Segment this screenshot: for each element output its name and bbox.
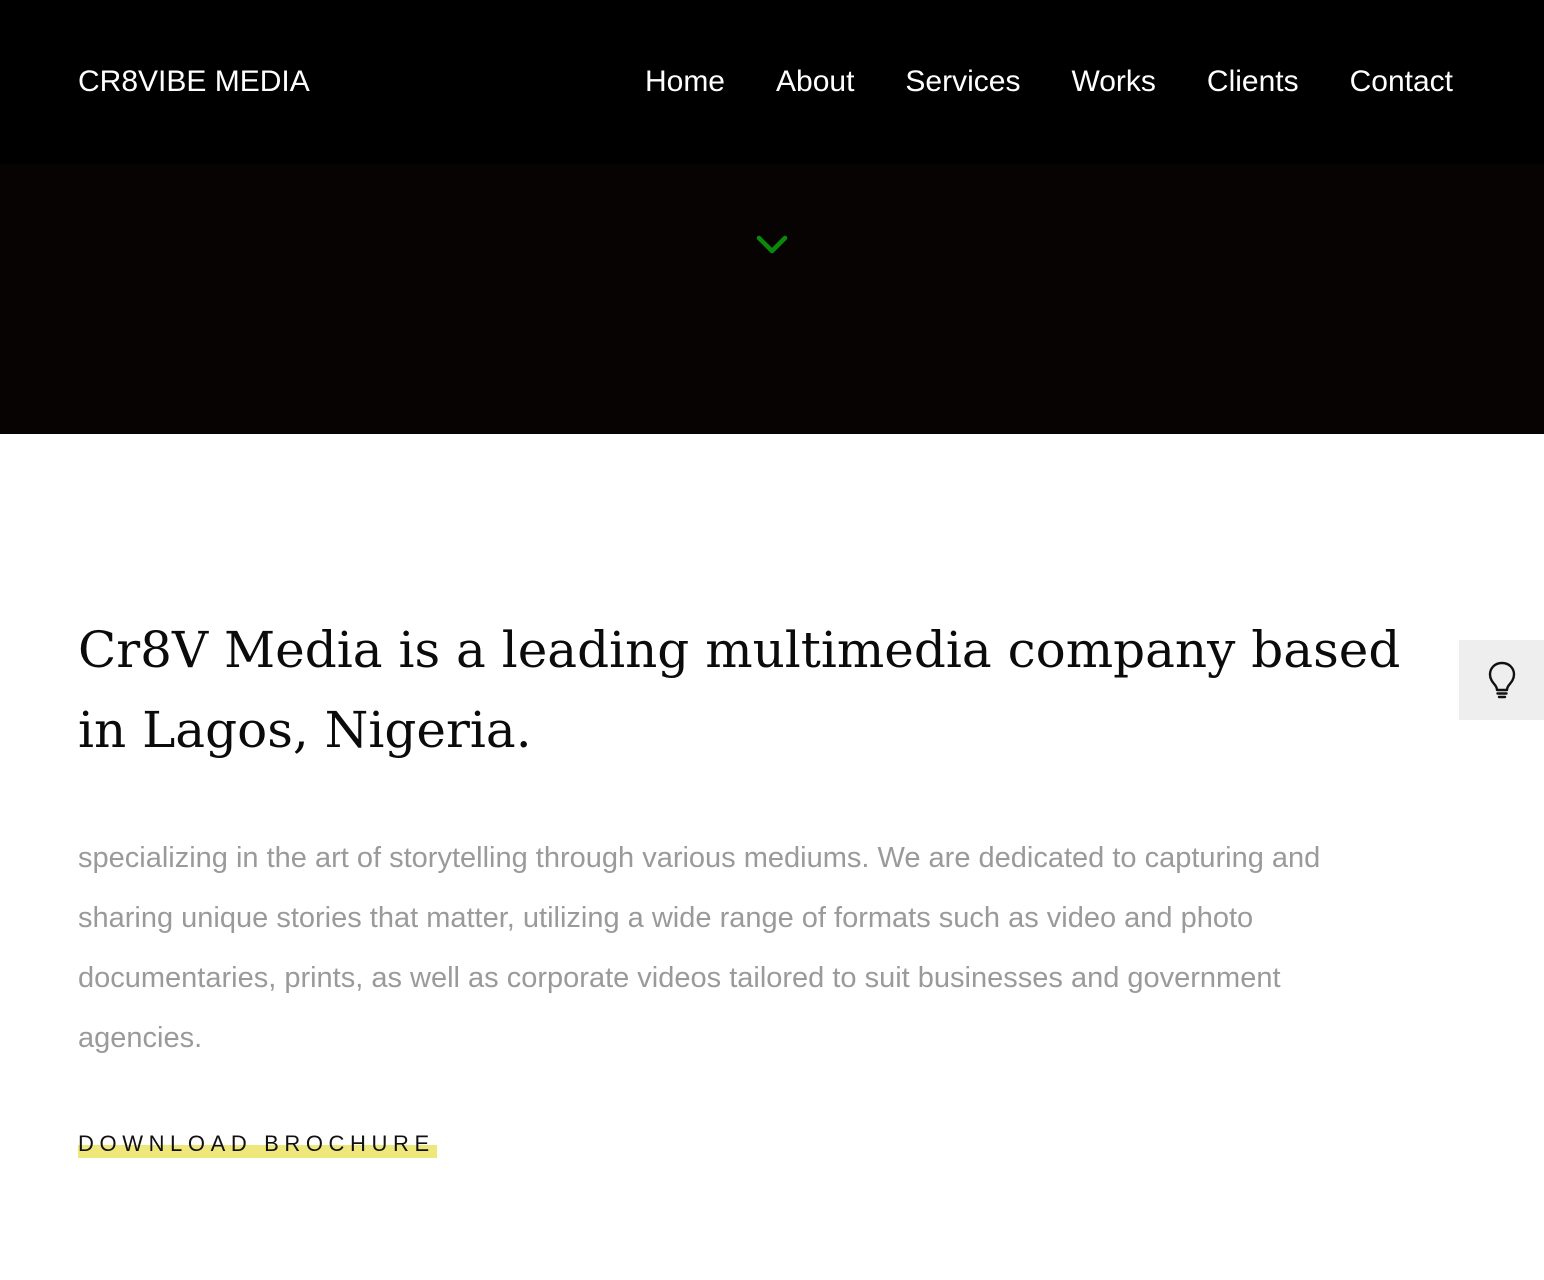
- site-header: CR8VIBE MEDIA Home About Services Works …: [0, 0, 1544, 164]
- nav-contact[interactable]: Contact: [1350, 60, 1453, 104]
- scroll-down-button[interactable]: [752, 226, 792, 262]
- lightbulb-icon: [1488, 661, 1515, 699]
- download-brochure-link[interactable]: DOWNLOAD BROCHURE: [78, 1128, 437, 1160]
- nav-about[interactable]: About: [776, 60, 854, 104]
- about-headline: Cr8V Media is a leading multimedia compa…: [78, 621, 1401, 759]
- nav-clients[interactable]: Clients: [1207, 60, 1299, 104]
- nav-services[interactable]: Services: [905, 60, 1020, 104]
- brand-logo-link[interactable]: CR8VIBE MEDIA: [78, 60, 310, 104]
- nav-works[interactable]: Works: [1071, 60, 1155, 104]
- about-description: specializing in the art of storytelling …: [78, 842, 1321, 1054]
- hero-banner: [0, 164, 1544, 434]
- theme-toggle-button[interactable]: [1459, 640, 1544, 720]
- chevron-down-icon: [756, 235, 788, 254]
- nav-home[interactable]: Home: [645, 60, 725, 104]
- main-nav: Home About Services Works Clients Contac…: [645, 60, 1453, 104]
